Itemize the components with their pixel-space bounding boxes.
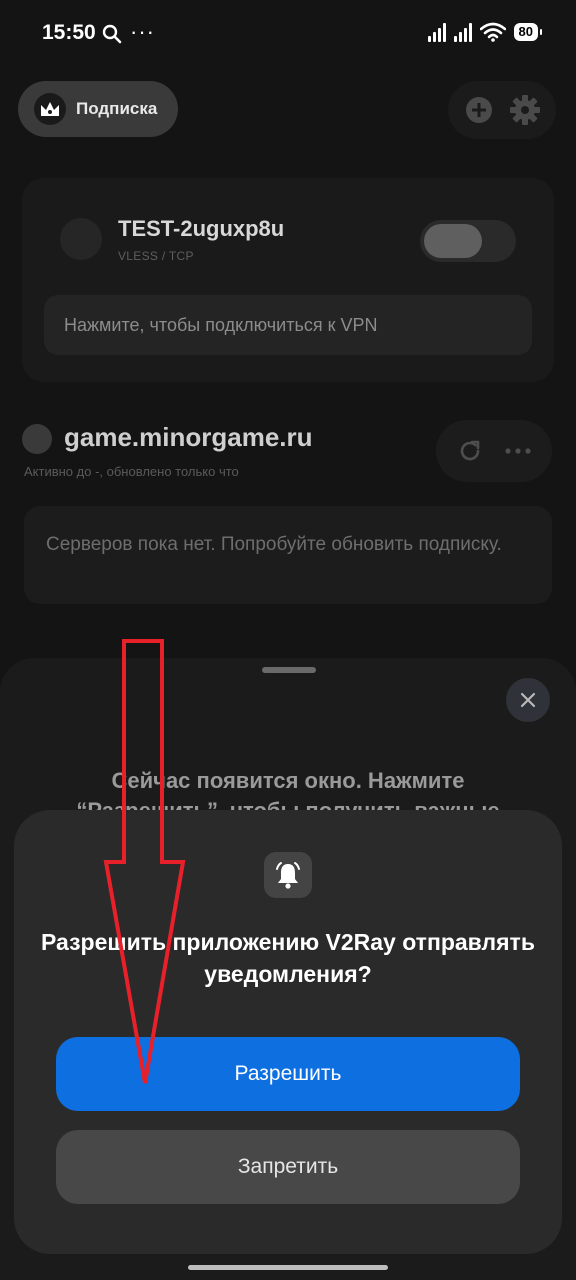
connect-hint-button[interactable]: Нажмите, чтобы подключиться к VPN: [44, 295, 532, 355]
more-horizontal-icon[interactable]: [504, 446, 532, 456]
toggle-knob: [424, 224, 482, 258]
refresh-icon[interactable]: [457, 438, 483, 464]
dialog-title: Разрешить приложению V2Ray отправлять ув…: [41, 929, 535, 987]
bell-icon: [264, 852, 312, 898]
server-protocol: VLESS / TCP: [118, 249, 194, 263]
subscription-label: Подписка: [76, 99, 158, 118]
subscription-title: game.minorgame.ru: [64, 422, 313, 452]
add-icon[interactable]: [464, 95, 494, 125]
empty-servers-message: Серверов пока нет. Попробуйте обновить п…: [24, 506, 552, 604]
status-indicators: 80: [427, 22, 543, 42]
signal-icon: [453, 22, 472, 42]
home-indicator: [188, 1265, 388, 1270]
sheet-drag-handle[interactable]: [262, 667, 316, 673]
connect-hint-label: Нажмите, чтобы подключиться к VPN: [64, 314, 378, 335]
server-name: TEST-2uguxp8u: [118, 216, 285, 241]
top-actions: [448, 81, 556, 139]
settings-icon[interactable]: [509, 94, 541, 126]
crown-icon: [34, 93, 66, 125]
subscription-meta: Активно до -, обновлено только что: [24, 464, 239, 479]
subscription-actions: [436, 420, 552, 482]
deny-button[interactable]: Запретить: [56, 1130, 520, 1204]
server-avatar: [60, 218, 102, 260]
allow-label: Разрешить: [234, 1062, 342, 1085]
signal-icon: [427, 22, 446, 42]
deny-label: Запретить: [237, 1155, 339, 1178]
subscription-button[interactable]: Подписка: [18, 81, 178, 137]
close-button[interactable]: [506, 678, 550, 722]
allow-button[interactable]: Разрешить: [56, 1037, 520, 1111]
more-icon: ···: [130, 19, 155, 44]
search-icon: [102, 24, 122, 44]
battery-icon: 80: [513, 23, 543, 41]
status-time: 15:50: [42, 21, 96, 44]
close-icon: [520, 692, 536, 708]
wifi-icon: [479, 22, 506, 42]
subscription-list-icon: [22, 424, 52, 454]
vpn-toggle[interactable]: [420, 220, 516, 262]
